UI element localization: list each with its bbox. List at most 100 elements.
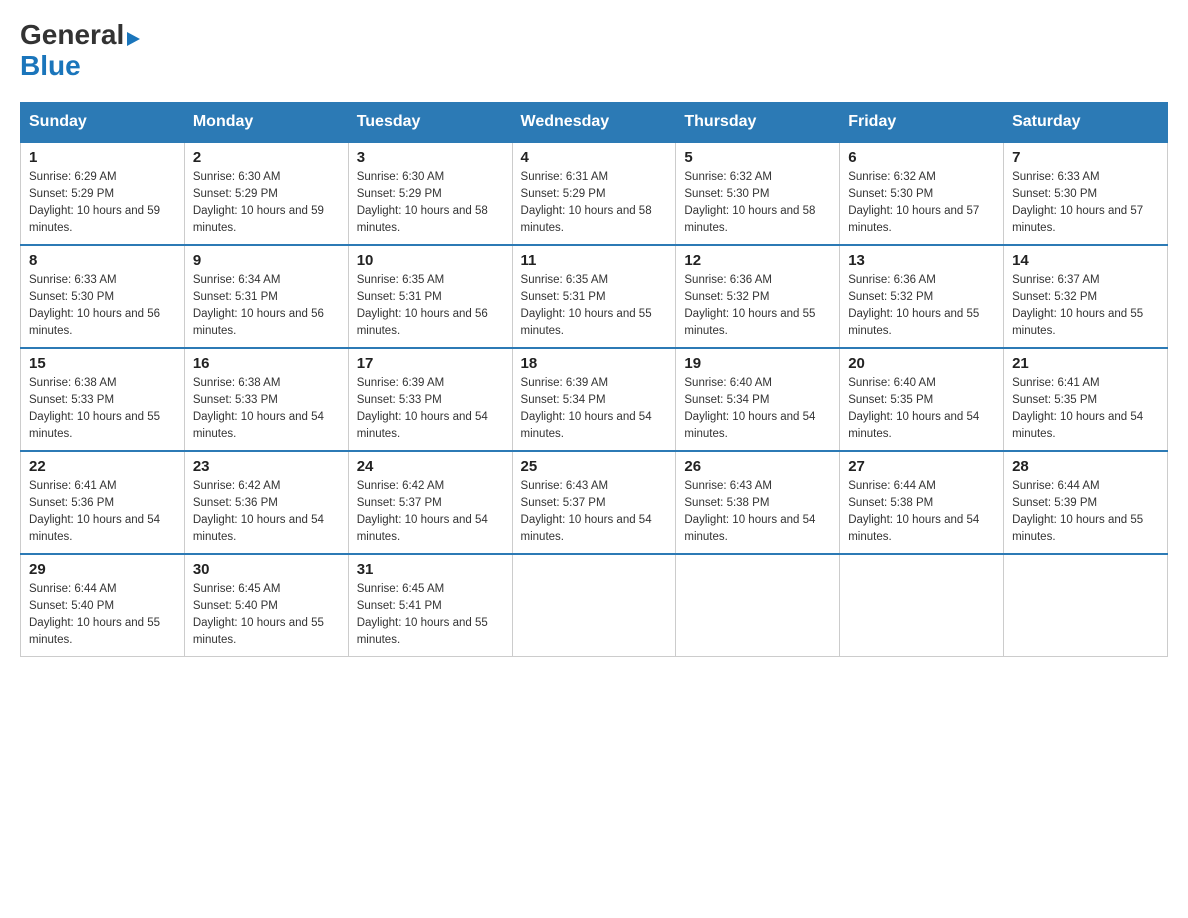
logo-general: General	[20, 19, 124, 50]
day-info: Sunrise: 6:36 AMSunset: 5:32 PMDaylight:…	[684, 272, 831, 341]
day-number: 22	[29, 458, 176, 475]
day-number: 8	[29, 252, 176, 269]
page-header: General Blue	[20, 20, 1168, 82]
day-number: 20	[848, 355, 995, 372]
day-number: 26	[684, 458, 831, 475]
calendar-cell: 19 Sunrise: 6:40 AMSunset: 5:34 PMDaylig…	[676, 348, 840, 451]
day-number: 5	[684, 149, 831, 166]
day-info: Sunrise: 6:30 AMSunset: 5:29 PMDaylight:…	[357, 169, 504, 238]
day-info: Sunrise: 6:39 AMSunset: 5:34 PMDaylight:…	[521, 375, 668, 444]
calendar-cell: 4 Sunrise: 6:31 AMSunset: 5:29 PMDayligh…	[512, 142, 676, 245]
weekday-header-thursday: Thursday	[676, 102, 840, 142]
day-number: 23	[193, 458, 340, 475]
day-info: Sunrise: 6:39 AMSunset: 5:33 PMDaylight:…	[357, 375, 504, 444]
day-number: 19	[684, 355, 831, 372]
day-number: 15	[29, 355, 176, 372]
weekday-header-tuesday: Tuesday	[348, 102, 512, 142]
day-info: Sunrise: 6:29 AMSunset: 5:29 PMDaylight:…	[29, 169, 176, 238]
day-number: 31	[357, 561, 504, 578]
day-info: Sunrise: 6:32 AMSunset: 5:30 PMDaylight:…	[684, 169, 831, 238]
day-info: Sunrise: 6:36 AMSunset: 5:32 PMDaylight:…	[848, 272, 995, 341]
weekday-header-saturday: Saturday	[1004, 102, 1168, 142]
day-info: Sunrise: 6:40 AMSunset: 5:34 PMDaylight:…	[684, 375, 831, 444]
weekday-header-wednesday: Wednesday	[512, 102, 676, 142]
day-number: 7	[1012, 149, 1159, 166]
day-number: 4	[521, 149, 668, 166]
logo-blue: Blue	[20, 50, 81, 81]
day-number: 25	[521, 458, 668, 475]
day-number: 9	[193, 252, 340, 269]
day-number: 24	[357, 458, 504, 475]
day-number: 3	[357, 149, 504, 166]
day-number: 27	[848, 458, 995, 475]
day-info: Sunrise: 6:44 AMSunset: 5:38 PMDaylight:…	[848, 478, 995, 547]
day-info: Sunrise: 6:38 AMSunset: 5:33 PMDaylight:…	[193, 375, 340, 444]
day-info: Sunrise: 6:40 AMSunset: 5:35 PMDaylight:…	[848, 375, 995, 444]
calendar-table: SundayMondayTuesdayWednesdayThursdayFrid…	[20, 102, 1168, 657]
day-info: Sunrise: 6:43 AMSunset: 5:38 PMDaylight:…	[684, 478, 831, 547]
day-info: Sunrise: 6:31 AMSunset: 5:29 PMDaylight:…	[521, 169, 668, 238]
day-info: Sunrise: 6:43 AMSunset: 5:37 PMDaylight:…	[521, 478, 668, 547]
day-number: 16	[193, 355, 340, 372]
day-number: 1	[29, 149, 176, 166]
day-info: Sunrise: 6:33 AMSunset: 5:30 PMDaylight:…	[1012, 169, 1159, 238]
day-info: Sunrise: 6:44 AMSunset: 5:40 PMDaylight:…	[29, 581, 176, 650]
day-info: Sunrise: 6:42 AMSunset: 5:36 PMDaylight:…	[193, 478, 340, 547]
day-number: 30	[193, 561, 340, 578]
day-info: Sunrise: 6:33 AMSunset: 5:30 PMDaylight:…	[29, 272, 176, 341]
day-number: 21	[1012, 355, 1159, 372]
day-info: Sunrise: 6:44 AMSunset: 5:39 PMDaylight:…	[1012, 478, 1159, 547]
day-number: 10	[357, 252, 504, 269]
calendar-cell: 30 Sunrise: 6:45 AMSunset: 5:40 PMDaylig…	[184, 554, 348, 657]
day-info: Sunrise: 6:35 AMSunset: 5:31 PMDaylight:…	[521, 272, 668, 341]
week-row-2: 8 Sunrise: 6:33 AMSunset: 5:30 PMDayligh…	[21, 245, 1168, 348]
calendar-cell: 29 Sunrise: 6:44 AMSunset: 5:40 PMDaylig…	[21, 554, 185, 657]
day-info: Sunrise: 6:45 AMSunset: 5:41 PMDaylight:…	[357, 581, 504, 650]
day-number: 11	[521, 252, 668, 269]
weekday-header-monday: Monday	[184, 102, 348, 142]
day-number: 12	[684, 252, 831, 269]
day-number: 2	[193, 149, 340, 166]
logo: General Blue	[20, 20, 140, 82]
day-info: Sunrise: 6:42 AMSunset: 5:37 PMDaylight:…	[357, 478, 504, 547]
calendar-cell: 20 Sunrise: 6:40 AMSunset: 5:35 PMDaylig…	[840, 348, 1004, 451]
calendar-cell: 8 Sunrise: 6:33 AMSunset: 5:30 PMDayligh…	[21, 245, 185, 348]
calendar-cell: 31 Sunrise: 6:45 AMSunset: 5:41 PMDaylig…	[348, 554, 512, 657]
day-info: Sunrise: 6:32 AMSunset: 5:30 PMDaylight:…	[848, 169, 995, 238]
calendar-cell: 10 Sunrise: 6:35 AMSunset: 5:31 PMDaylig…	[348, 245, 512, 348]
calendar-cell: 24 Sunrise: 6:42 AMSunset: 5:37 PMDaylig…	[348, 451, 512, 554]
calendar-cell: 12 Sunrise: 6:36 AMSunset: 5:32 PMDaylig…	[676, 245, 840, 348]
calendar-cell: 3 Sunrise: 6:30 AMSunset: 5:29 PMDayligh…	[348, 142, 512, 245]
day-number: 18	[521, 355, 668, 372]
calendar-cell: 2 Sunrise: 6:30 AMSunset: 5:29 PMDayligh…	[184, 142, 348, 245]
weekday-header-sunday: Sunday	[21, 102, 185, 142]
week-row-3: 15 Sunrise: 6:38 AMSunset: 5:33 PMDaylig…	[21, 348, 1168, 451]
calendar-cell	[1004, 554, 1168, 657]
calendar-cell: 21 Sunrise: 6:41 AMSunset: 5:35 PMDaylig…	[1004, 348, 1168, 451]
day-number: 28	[1012, 458, 1159, 475]
calendar-cell: 14 Sunrise: 6:37 AMSunset: 5:32 PMDaylig…	[1004, 245, 1168, 348]
calendar-cell: 13 Sunrise: 6:36 AMSunset: 5:32 PMDaylig…	[840, 245, 1004, 348]
calendar-cell: 16 Sunrise: 6:38 AMSunset: 5:33 PMDaylig…	[184, 348, 348, 451]
day-info: Sunrise: 6:35 AMSunset: 5:31 PMDaylight:…	[357, 272, 504, 341]
day-info: Sunrise: 6:30 AMSunset: 5:29 PMDaylight:…	[193, 169, 340, 238]
calendar-cell: 15 Sunrise: 6:38 AMSunset: 5:33 PMDaylig…	[21, 348, 185, 451]
day-info: Sunrise: 6:45 AMSunset: 5:40 PMDaylight:…	[193, 581, 340, 650]
calendar-cell: 22 Sunrise: 6:41 AMSunset: 5:36 PMDaylig…	[21, 451, 185, 554]
calendar-cell: 28 Sunrise: 6:44 AMSunset: 5:39 PMDaylig…	[1004, 451, 1168, 554]
calendar-cell: 27 Sunrise: 6:44 AMSunset: 5:38 PMDaylig…	[840, 451, 1004, 554]
day-number: 13	[848, 252, 995, 269]
calendar-cell: 1 Sunrise: 6:29 AMSunset: 5:29 PMDayligh…	[21, 142, 185, 245]
calendar-cell: 6 Sunrise: 6:32 AMSunset: 5:30 PMDayligh…	[840, 142, 1004, 245]
day-info: Sunrise: 6:34 AMSunset: 5:31 PMDaylight:…	[193, 272, 340, 341]
calendar-cell	[676, 554, 840, 657]
day-number: 14	[1012, 252, 1159, 269]
day-info: Sunrise: 6:37 AMSunset: 5:32 PMDaylight:…	[1012, 272, 1159, 341]
calendar-cell	[512, 554, 676, 657]
day-info: Sunrise: 6:41 AMSunset: 5:36 PMDaylight:…	[29, 478, 176, 547]
calendar-cell: 18 Sunrise: 6:39 AMSunset: 5:34 PMDaylig…	[512, 348, 676, 451]
calendar-cell	[840, 554, 1004, 657]
calendar-cell: 11 Sunrise: 6:35 AMSunset: 5:31 PMDaylig…	[512, 245, 676, 348]
calendar-cell: 23 Sunrise: 6:42 AMSunset: 5:36 PMDaylig…	[184, 451, 348, 554]
weekday-header-friday: Friday	[840, 102, 1004, 142]
